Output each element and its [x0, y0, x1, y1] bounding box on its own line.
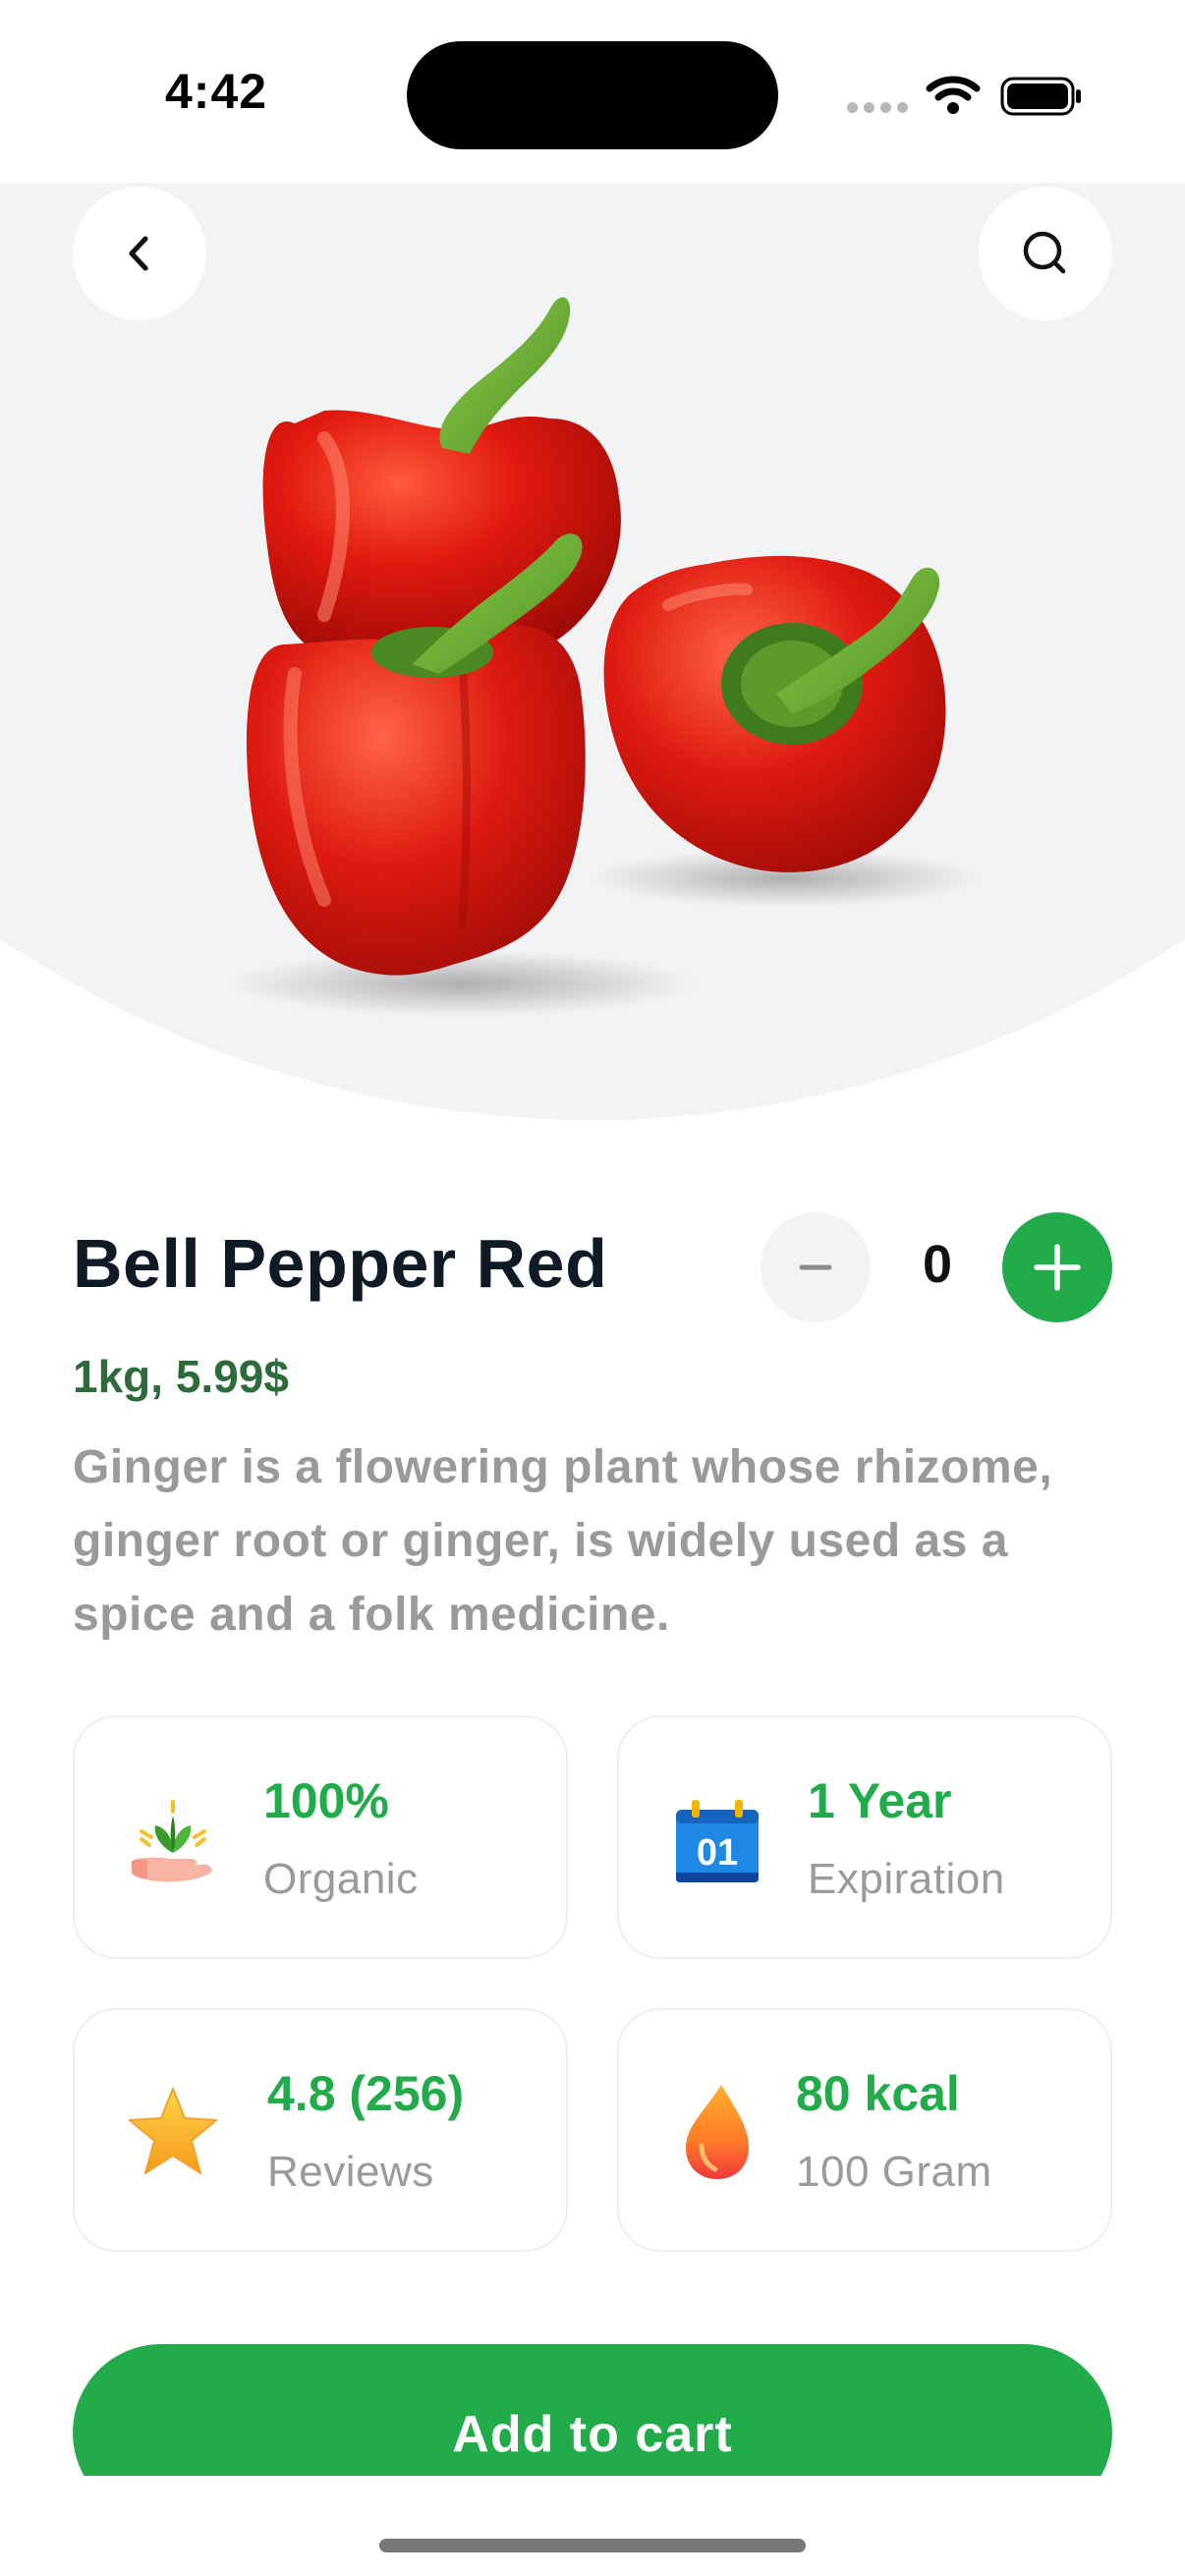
- search-button[interactable]: [979, 187, 1112, 320]
- product-name: Bell Pepper Red: [73, 1225, 608, 1302]
- organic-card: 100% Organic: [73, 1715, 568, 1959]
- calories-card: 80 kcal 100 Gram: [617, 2008, 1112, 2252]
- expiration-card: 01 1 Year Expiration: [617, 1715, 1112, 1959]
- back-button[interactable]: [73, 187, 206, 320]
- expiration-value: 1 Year: [808, 1773, 952, 1828]
- calories-value: 80 kcal: [796, 2066, 960, 2121]
- wifi-icon: [926, 76, 981, 114]
- calories-label: 100 Gram: [796, 2148, 992, 2196]
- add-to-cart-container: Add to cart: [0, 2338, 1185, 2476]
- flame-drop-icon: [686, 2085, 749, 2179]
- dynamic-island: [407, 41, 778, 149]
- organic-label: Organic: [263, 1855, 419, 1903]
- search-icon: [1023, 231, 1066, 274]
- status-bar: 4:42: [0, 0, 1185, 183]
- status-time: 4:42: [165, 64, 268, 119]
- star-icon: [129, 2088, 217, 2174]
- product-price: 1kg, 5.99$: [73, 1351, 289, 1402]
- add-to-cart-button[interactable]: Add to cart: [73, 2344, 1112, 2476]
- organic-leaf-hand-icon: [131, 1800, 212, 1882]
- battery-icon: [1000, 77, 1081, 116]
- reviews-value: 4.8 (256): [267, 2066, 465, 2121]
- plus-icon: [1034, 1244, 1081, 1291]
- chevron-left-icon: [129, 236, 148, 271]
- calendar-icon-text: 01: [697, 1832, 738, 1874]
- increase-quantity-button[interactable]: [1002, 1212, 1112, 1322]
- decrease-quantity-button[interactable]: [761, 1212, 871, 1322]
- product-description: Ginger is a flowering plant whose rhizom…: [73, 1441, 1053, 1641]
- cellular-signal-icon: [847, 102, 908, 113]
- organic-value: 100%: [263, 1773, 389, 1828]
- calendar-icon: 01: [676, 1800, 759, 1882]
- product-detail-screen: 4:42 Bell Pepper Red 0 1kg, 5.99$ Ginger…: [0, 0, 1185, 2576]
- red-bell-peppers-image: [226, 297, 983, 1017]
- reviews-label: Reviews: [267, 2148, 434, 2196]
- home-indicator[interactable]: [379, 2539, 806, 2552]
- quantity-value: 0: [922, 1235, 953, 1294]
- expiration-label: Expiration: [808, 1855, 1005, 1903]
- reviews-card[interactable]: 4.8 (256) Reviews: [73, 2008, 568, 2252]
- minus-icon: [799, 1264, 832, 1270]
